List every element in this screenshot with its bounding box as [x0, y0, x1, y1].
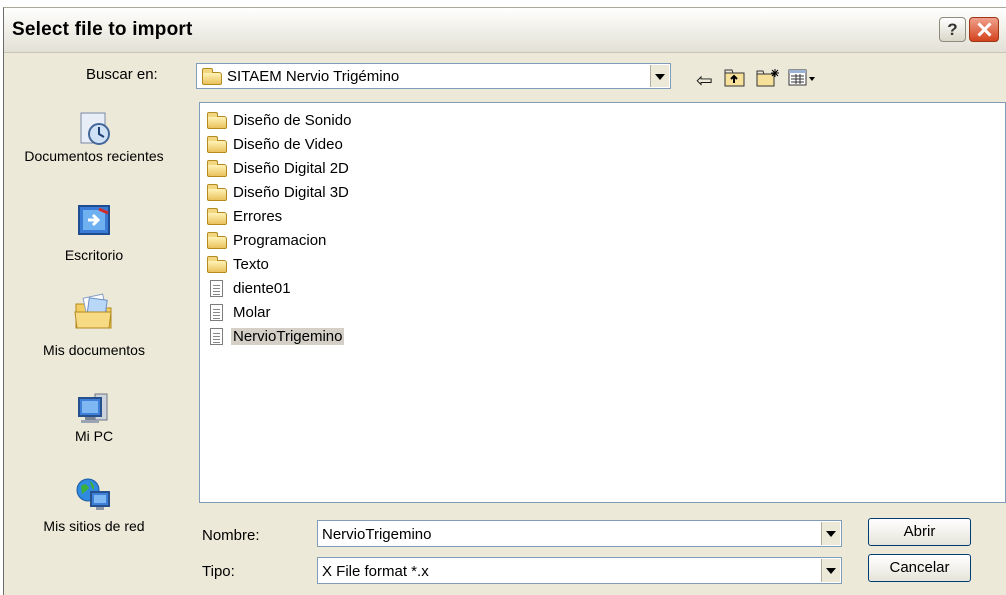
desktop-icon [75, 203, 113, 241]
help-button[interactable]: ? [939, 17, 966, 42]
place-label: Escritorio [64, 247, 124, 263]
place-desktop[interactable]: Escritorio [4, 203, 184, 264]
back-arrow-icon[interactable]: ⇦ [696, 71, 713, 91]
my-documents-icon [73, 290, 115, 332]
item-name: Diseño de Video [233, 136, 343, 153]
folder-icon [207, 256, 227, 273]
filetype-select[interactable]: X File format *.x [317, 557, 842, 584]
item-name: Molar [233, 304, 271, 321]
place-label: Mis documentos [43, 342, 145, 358]
item-name: NervioTrigemino [231, 328, 345, 345]
filename-value: NervioTrigemino [322, 526, 432, 543]
filetype-value: X File format *.x [322, 563, 429, 580]
folder-icon [207, 160, 227, 177]
place-label: Mis sitios de red [43, 518, 145, 534]
recent-documents-icon [75, 110, 113, 148]
place-my-documents[interactable]: Mis documentos [4, 290, 184, 359]
place-label: Mi PC [74, 428, 114, 444]
folder-icon [207, 136, 227, 153]
folder-icon [207, 184, 227, 201]
dialog-title: Select file to import [12, 19, 193, 40]
chevron-down-icon[interactable] [821, 522, 840, 545]
network-places-icon [75, 476, 113, 514]
close-button[interactable] [969, 17, 999, 42]
chevron-down-icon[interactable] [650, 65, 669, 87]
item-name: Errores [233, 208, 283, 225]
filetype-label: Tipo: [202, 563, 235, 580]
place-network[interactable]: Mis sitios de red [4, 476, 184, 535]
my-computer-icon [75, 390, 113, 428]
file-open-dialog: Select file to import ? Buscar en: SITAE… [3, 7, 1006, 595]
place-recent[interactable]: Documentos recientes [4, 110, 184, 165]
item-name: Programacion [233, 232, 327, 249]
file-list[interactable]: Diseño de Sonido Diseño de Video Diseño … [199, 102, 1006, 503]
up-folder-icon[interactable] [724, 68, 746, 92]
chevron-down-icon[interactable] [821, 559, 840, 582]
item-name: Diseño Digital 3D [233, 184, 349, 201]
item-name: Diseño de Sonido [233, 112, 352, 129]
filename-field[interactable]: NervioTrigemino [317, 520, 842, 547]
item-name: diente01 [233, 280, 291, 297]
new-folder-icon[interactable] [756, 68, 780, 92]
lookin-combo[interactable]: SITAEM Nervio Trigémino [196, 63, 671, 89]
title-bar[interactable]: Select file to import ? [4, 8, 1006, 53]
open-button[interactable]: Abrir [868, 518, 971, 546]
lookin-value: SITAEM Nervio Trigémino [227, 68, 400, 85]
lookin-label: Buscar en: [86, 66, 158, 83]
place-my-computer[interactable]: Mi PC [4, 390, 184, 445]
view-menu-icon[interactable] [788, 69, 818, 91]
file-icon [210, 328, 223, 345]
folder-icon [207, 232, 227, 249]
item-name: Texto [233, 256, 269, 273]
file-icon [210, 280, 223, 297]
file-icon [210, 304, 223, 321]
filename-label: Nombre: [202, 527, 260, 544]
place-label: Documentos recientes [24, 148, 164, 164]
folder-icon [202, 68, 222, 85]
folder-icon [207, 112, 227, 129]
cancel-button[interactable]: Cancelar [868, 554, 971, 582]
item-name: Diseño Digital 2D [233, 160, 349, 177]
folder-icon [207, 208, 227, 225]
